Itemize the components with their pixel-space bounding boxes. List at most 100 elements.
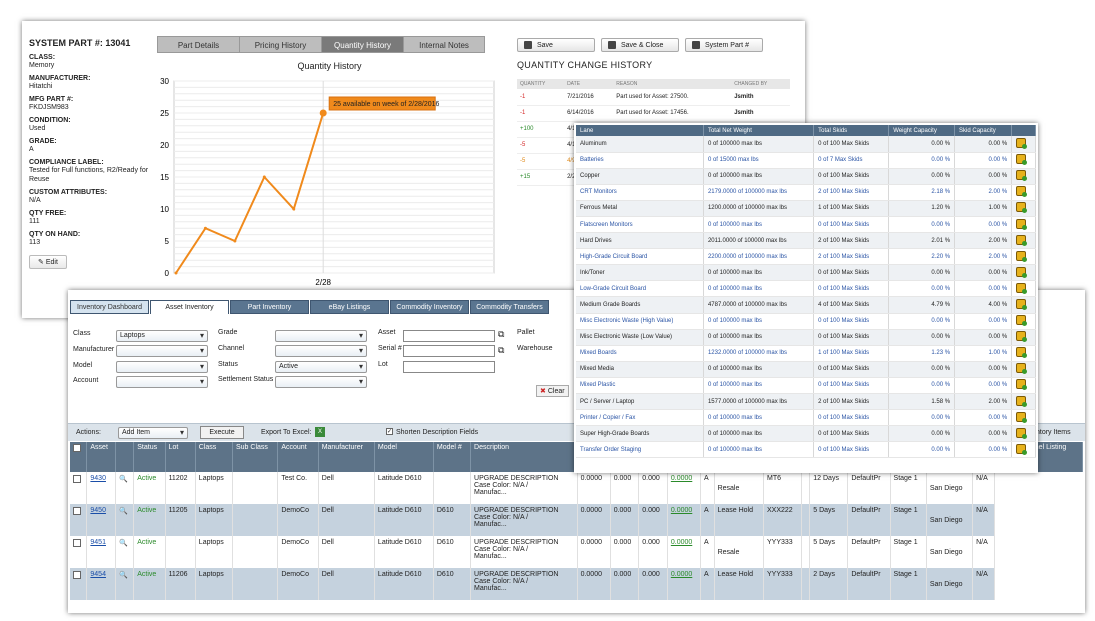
model-select[interactable] bbox=[116, 361, 208, 373]
lane-action-cell[interactable] bbox=[1011, 425, 1036, 443]
view-cell[interactable]: 🔍 bbox=[115, 568, 135, 600]
tab-internal-notes[interactable]: Internal Notes bbox=[403, 36, 485, 53]
serial-input[interactable] bbox=[403, 345, 495, 357]
license-icon[interactable] bbox=[1016, 250, 1028, 262]
magnifier-icon[interactable]: 🔍 bbox=[119, 540, 128, 547]
lane-action-cell[interactable] bbox=[1011, 313, 1036, 330]
lane-action-cell[interactable] bbox=[1011, 232, 1036, 250]
tab-ebay-listings[interactable]: eBay Listings bbox=[310, 300, 389, 314]
license-icon[interactable] bbox=[1016, 137, 1028, 149]
lane-action-cell[interactable] bbox=[1011, 264, 1036, 282]
row-checkbox-cell[interactable] bbox=[70, 536, 88, 568]
license-icon[interactable] bbox=[1016, 411, 1028, 423]
lane-action-cell[interactable] bbox=[1011, 361, 1036, 378]
lane-action-cell[interactable] bbox=[1011, 184, 1036, 201]
lot-input[interactable] bbox=[403, 361, 495, 373]
popout-icon[interactable]: ⧉ bbox=[498, 329, 504, 340]
magnifier-icon[interactable]: 🔍 bbox=[119, 508, 128, 515]
license-icon[interactable] bbox=[1016, 202, 1028, 214]
lane-action-cell[interactable] bbox=[1011, 409, 1036, 427]
select-all-checkbox[interactable] bbox=[73, 444, 81, 452]
magnifier-icon[interactable]: 🔍 bbox=[119, 476, 128, 483]
value-link[interactable]: 0.0000 bbox=[671, 539, 692, 546]
row-checkbox-cell[interactable] bbox=[70, 472, 88, 504]
license-icon[interactable] bbox=[1016, 443, 1028, 455]
view-cell[interactable]: 🔍 bbox=[115, 472, 135, 504]
lane-action-cell[interactable] bbox=[1011, 168, 1036, 185]
license-icon[interactable] bbox=[1016, 331, 1028, 343]
license-icon[interactable] bbox=[1016, 282, 1028, 294]
license-icon[interactable] bbox=[1016, 234, 1028, 246]
tab-inventory-dashboard[interactable]: Inventory Dashboard bbox=[70, 300, 149, 314]
lane-name[interactable]: Batteries bbox=[576, 152, 704, 169]
shorten-checkbox[interactable]: ✓ bbox=[386, 428, 393, 435]
license-icon[interactable] bbox=[1016, 347, 1028, 359]
system-part-button[interactable]: System Part # bbox=[685, 38, 763, 52]
channel-select[interactable] bbox=[275, 345, 367, 357]
magnifier-icon[interactable]: 🔍 bbox=[119, 572, 128, 579]
lane-action-cell[interactable] bbox=[1011, 377, 1036, 395]
excel-icon[interactable]: X bbox=[315, 427, 325, 437]
tab-asset-inventory[interactable]: Asset Inventory bbox=[150, 300, 229, 314]
lane-name[interactable]: Mixed Plastic bbox=[576, 377, 704, 395]
lane-action-cell[interactable] bbox=[1011, 248, 1036, 266]
license-icon[interactable] bbox=[1016, 315, 1028, 327]
lane-name[interactable]: Transfer Order Staging bbox=[576, 441, 704, 459]
tab-commodity-transfers[interactable]: Commodity Transfers bbox=[470, 300, 549, 314]
license-icon[interactable] bbox=[1016, 218, 1028, 230]
view-cell[interactable]: 🔍 bbox=[115, 504, 135, 536]
manufacturer-select[interactable] bbox=[116, 345, 208, 357]
value-link[interactable]: 0.0000 bbox=[671, 507, 692, 514]
lane-action-cell[interactable] bbox=[1011, 136, 1036, 153]
lane-name[interactable]: Flatscreen Monitors bbox=[576, 216, 704, 234]
lane-name[interactable]: High-Grade Circuit Board bbox=[576, 248, 704, 266]
lane-action-cell[interactable] bbox=[1011, 216, 1036, 234]
lane-name[interactable]: Mixed Boards bbox=[576, 345, 704, 362]
save-button[interactable]: Save bbox=[517, 38, 595, 52]
action-select[interactable]: Add Item bbox=[118, 427, 188, 439]
account-select[interactable] bbox=[116, 376, 208, 388]
status-select[interactable]: Active bbox=[275, 361, 367, 373]
lane-action-cell[interactable] bbox=[1011, 441, 1036, 459]
license-icon[interactable] bbox=[1016, 363, 1028, 375]
license-icon[interactable] bbox=[1016, 266, 1028, 278]
edit-button[interactable]: ✎ Edit bbox=[29, 255, 67, 269]
value-link[interactable]: 0.0000 bbox=[671, 475, 692, 482]
tab-commodity-inventory[interactable]: Commodity Inventory bbox=[390, 300, 469, 314]
asset-input[interactable] bbox=[403, 330, 495, 342]
row-checkbox[interactable] bbox=[73, 507, 81, 515]
lane-action-cell[interactable] bbox=[1011, 393, 1036, 411]
value-link[interactable]: 0.0000 bbox=[671, 571, 692, 578]
lane-action-cell[interactable] bbox=[1011, 280, 1036, 298]
asset-link[interactable]: 9454 bbox=[90, 571, 106, 578]
popout-icon[interactable]: ⧉ bbox=[498, 345, 504, 356]
tab-part-details[interactable]: Part Details bbox=[157, 36, 239, 53]
lane-name[interactable]: Misc Electronic Waste (High Value) bbox=[576, 313, 704, 330]
row-checkbox[interactable] bbox=[73, 571, 81, 579]
row-checkbox-cell[interactable] bbox=[70, 504, 88, 536]
lane-action-cell[interactable] bbox=[1011, 329, 1036, 346]
row-checkbox-cell[interactable] bbox=[70, 568, 88, 600]
asset-link[interactable]: 9450 bbox=[90, 507, 106, 514]
lane-name[interactable]: Printer / Copier / Fax bbox=[576, 409, 704, 427]
save-close-button[interactable]: Save & Close bbox=[601, 38, 679, 52]
license-icon[interactable] bbox=[1016, 298, 1028, 310]
lane-name[interactable]: CRT Monitors bbox=[576, 184, 704, 201]
settlement-status-select[interactable] bbox=[275, 376, 367, 388]
clear-button[interactable]: ✖ Clear bbox=[536, 385, 569, 397]
row-checkbox[interactable] bbox=[73, 475, 81, 483]
license-icon[interactable] bbox=[1016, 186, 1028, 198]
tab-part-inventory[interactable]: Part Inventory bbox=[230, 300, 309, 314]
lane-action-cell[interactable] bbox=[1011, 296, 1036, 314]
license-icon[interactable] bbox=[1016, 427, 1028, 439]
tab-quantity-history[interactable]: Quantity History bbox=[321, 36, 403, 53]
class-select[interactable]: Laptops bbox=[116, 330, 208, 342]
license-icon[interactable] bbox=[1016, 379, 1028, 391]
tab-pricing-history[interactable]: Pricing History bbox=[239, 36, 321, 53]
asset-link[interactable]: 9451 bbox=[90, 539, 106, 546]
lane-action-cell[interactable] bbox=[1011, 345, 1036, 362]
grade-select[interactable] bbox=[275, 330, 367, 342]
lane-name[interactable]: Low-Grade Circuit Board bbox=[576, 280, 704, 298]
asset-link[interactable]: 9430 bbox=[90, 475, 106, 482]
execute-button[interactable]: Execute bbox=[200, 426, 244, 439]
